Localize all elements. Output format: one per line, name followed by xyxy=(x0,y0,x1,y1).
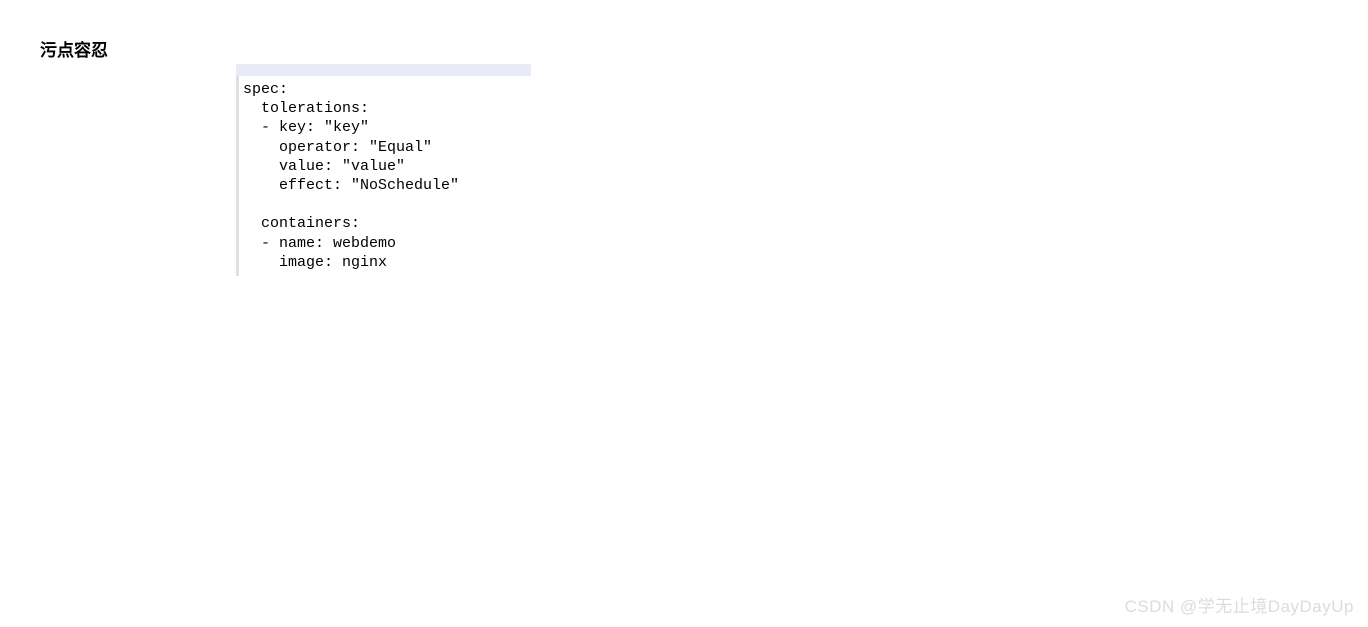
code-container: spec: tolerations: - key: "key" operator… xyxy=(236,64,531,276)
code-block: spec: tolerations: - key: "key" operator… xyxy=(236,76,531,276)
watermark: CSDN @学无止境DayDayUp xyxy=(1125,592,1354,617)
section-heading: 污点容忍 xyxy=(40,36,108,61)
code-header-bar xyxy=(236,64,531,76)
